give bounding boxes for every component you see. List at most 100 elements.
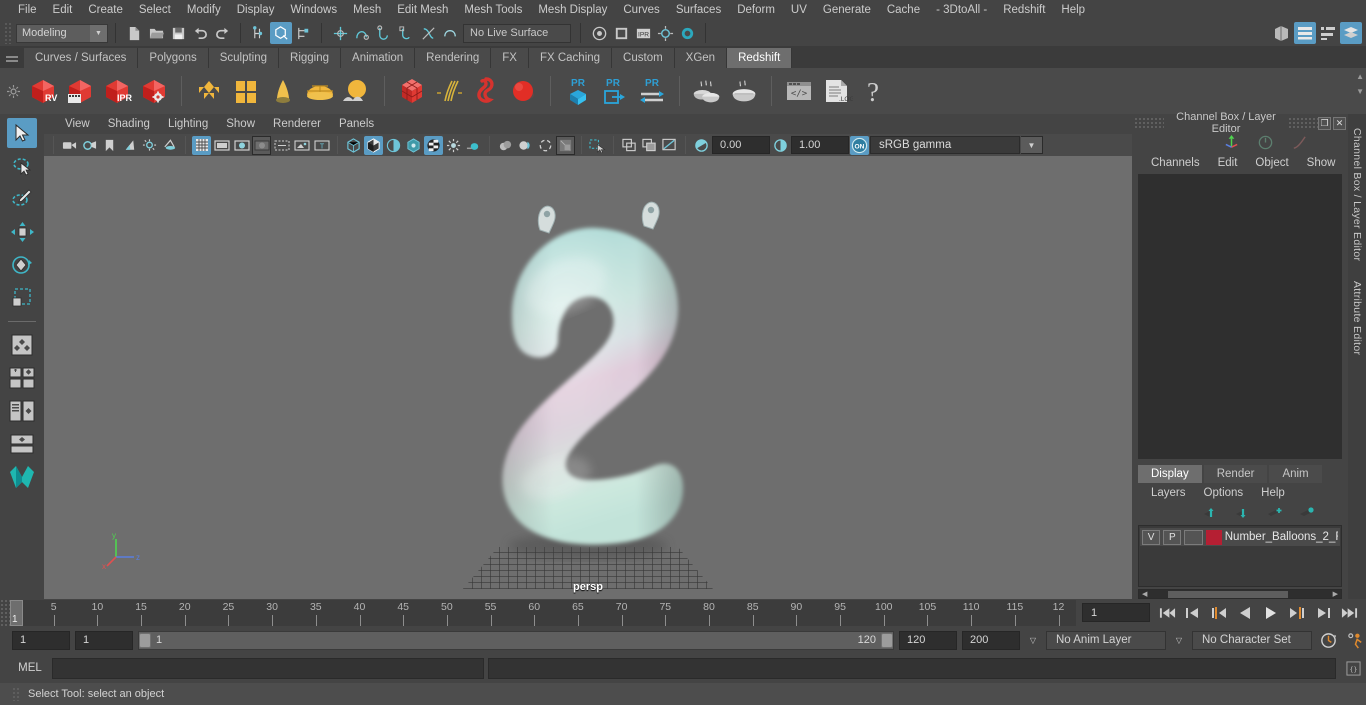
redshift-sphere-icon[interactable] (506, 72, 540, 110)
smooth-shade-all-icon[interactable] (364, 135, 383, 155)
redshift-dome-light-icon[interactable] (303, 72, 337, 110)
layer-menu-options[interactable]: Options (1195, 487, 1253, 499)
resolution-gate-icon[interactable] (232, 136, 251, 155)
textured-icon[interactable] (384, 136, 403, 155)
menu-generate[interactable]: Generate (815, 0, 879, 20)
camera-attributes-icon[interactable] (80, 136, 99, 155)
shadows-icon[interactable] (160, 136, 179, 155)
shelf-tab-custom[interactable]: Custom (612, 48, 675, 68)
redshift-hair-icon[interactable] (432, 72, 466, 110)
motion-blur-icon[interactable] (464, 136, 483, 155)
layer-visibility-toggle[interactable]: V (1142, 529, 1161, 545)
tab-display[interactable]: Display (1138, 465, 1202, 483)
bookmark-icon[interactable] (100, 136, 119, 155)
scrollbar-thumb[interactable] (1168, 590, 1289, 598)
redshift-script-editor-icon[interactable]: </> (782, 72, 816, 110)
exposure-icon[interactable] (692, 136, 711, 155)
menu-mesh-display[interactable]: Mesh Display (530, 0, 615, 20)
layer-type-toggle[interactable] (1184, 529, 1203, 545)
shelf-tab-rendering[interactable]: Rendering (415, 48, 492, 68)
move-layer-up-icon[interactable] (1200, 502, 1222, 524)
redshift-light-cone-icon[interactable] (266, 72, 300, 110)
select-tool[interactable] (7, 118, 37, 148)
viewport-menu-show[interactable]: Show (217, 114, 264, 134)
view-transform-dropdown-icon[interactable]: ▼ (1021, 136, 1043, 154)
range-slider[interactable]: 1 120 (138, 630, 894, 650)
shelf-tab-rigging[interactable]: Rigging (279, 48, 342, 68)
snap-to-projected-center-icon[interactable] (395, 22, 417, 44)
snapshot-view-icon[interactable] (660, 136, 679, 155)
single-pane-layout[interactable] (7, 330, 37, 360)
shelf-tab-polygons[interactable]: Polygons (138, 48, 209, 68)
viewport-menu-renderer[interactable]: Renderer (264, 114, 330, 134)
make-live-icon[interactable] (439, 22, 461, 44)
shelf-options-icon[interactable] (0, 84, 26, 98)
gamma-icon[interactable] (771, 136, 790, 155)
multisample-icon[interactable] (496, 136, 515, 155)
animation-end-time-field[interactable]: 200 (962, 630, 1020, 650)
exposure-field[interactable]: 0.00 (712, 136, 770, 154)
safe-title-icon[interactable]: T (312, 136, 331, 155)
channel-box-menu-channels[interactable]: Channels (1142, 157, 1209, 169)
panel-grip[interactable] (1134, 117, 1164, 129)
redshift-log-icon[interactable]: .LOG (819, 72, 853, 110)
viewport-menu-shading[interactable]: Shading (99, 114, 159, 134)
redshift-pr-object-icon[interactable]: PR (561, 72, 595, 110)
new-layer-from-selected-icon[interactable] (1296, 502, 1318, 524)
shelf-tab-fx-caching[interactable]: FX Caching (528, 48, 613, 68)
current-frame-field[interactable]: 1 (1082, 603, 1150, 622)
undo-icon[interactable] (189, 22, 211, 44)
select-by-object-type-icon[interactable] (270, 22, 292, 44)
two-sided-lighting-icon[interactable] (140, 136, 159, 155)
scroll-right-icon[interactable]: ▶ (1330, 590, 1341, 598)
go-to-start-icon[interactable] (1156, 602, 1178, 624)
render-settings-icon[interactable] (654, 22, 676, 44)
play-backwards-icon[interactable] (1234, 602, 1256, 624)
range-slider-left-handle[interactable] (139, 632, 151, 648)
depth-of-field-icon[interactable] (516, 136, 535, 155)
menu-edit-mesh[interactable]: Edit Mesh (389, 0, 456, 20)
viewport-menu-panels[interactable]: Panels (330, 114, 383, 134)
safe-action-icon[interactable] (292, 136, 311, 155)
anim-layer-field[interactable]: No Anim Layer (1046, 630, 1166, 650)
layer-menu-layers[interactable]: Layers (1142, 487, 1195, 499)
redshift-pr-transfer-icon[interactable]: PR (635, 72, 669, 110)
live-surface-field[interactable]: No Live Surface (463, 23, 571, 43)
side-tab-attribute-editor[interactable]: Attribute Editor (1351, 281, 1363, 355)
channel-box-attribute-list[interactable] (1138, 174, 1342, 459)
shelf-tab-animation[interactable]: Animation (341, 48, 416, 68)
image-plane-icon[interactable] (120, 136, 139, 155)
view-transform-field[interactable]: sRGB gamma (870, 136, 1020, 154)
grid-toggle-icon[interactable] (192, 135, 211, 155)
hypershade-icon[interactable] (676, 22, 698, 44)
redo-icon[interactable] (211, 22, 233, 44)
four-pane-layout[interactable] (7, 363, 37, 393)
script-editor-icon[interactable]: {} (1340, 660, 1366, 676)
number-2-balloon[interactable] (448, 178, 728, 578)
maya-logo-icon[interactable] (7, 462, 37, 492)
playback-start-time-field[interactable]: 1 (75, 630, 133, 650)
tool-settings-icon[interactable] (1317, 22, 1339, 44)
menu-mesh[interactable]: Mesh (345, 0, 389, 20)
xray-icon[interactable] (556, 135, 575, 155)
persp-graph-layout[interactable] (7, 429, 37, 459)
save-scene-icon[interactable] (167, 22, 189, 44)
menu-set-selector[interactable]: Modeling ▼ (16, 23, 108, 43)
field-chart-icon[interactable] (272, 136, 291, 155)
menu-cache[interactable]: Cache (879, 0, 928, 20)
step-back-frame-icon[interactable] (1208, 602, 1230, 624)
scale-tool[interactable] (7, 283, 37, 313)
shelf-tab-redshift[interactable]: Redshift (727, 48, 793, 68)
open-scene-icon[interactable] (145, 22, 167, 44)
time-slider-playhead[interactable]: 1 (10, 600, 23, 626)
screen-space-ao-icon[interactable] (444, 136, 463, 155)
paint-select-tool[interactable] (7, 184, 37, 214)
menu-create[interactable]: Create (80, 0, 131, 20)
redshift-render-view-icon[interactable]: RV (26, 72, 60, 110)
animation-start-time-field[interactable]: 1 (12, 630, 70, 650)
redshift-volume-icon[interactable] (469, 72, 503, 110)
menu-display[interactable]: Display (229, 0, 283, 20)
snap-to-curve-icon[interactable] (351, 22, 373, 44)
playback-end-time-field[interactable]: 120 (899, 630, 957, 650)
layer-list-horizontal-scrollbar[interactable]: ◀ ▶ (1138, 589, 1342, 599)
